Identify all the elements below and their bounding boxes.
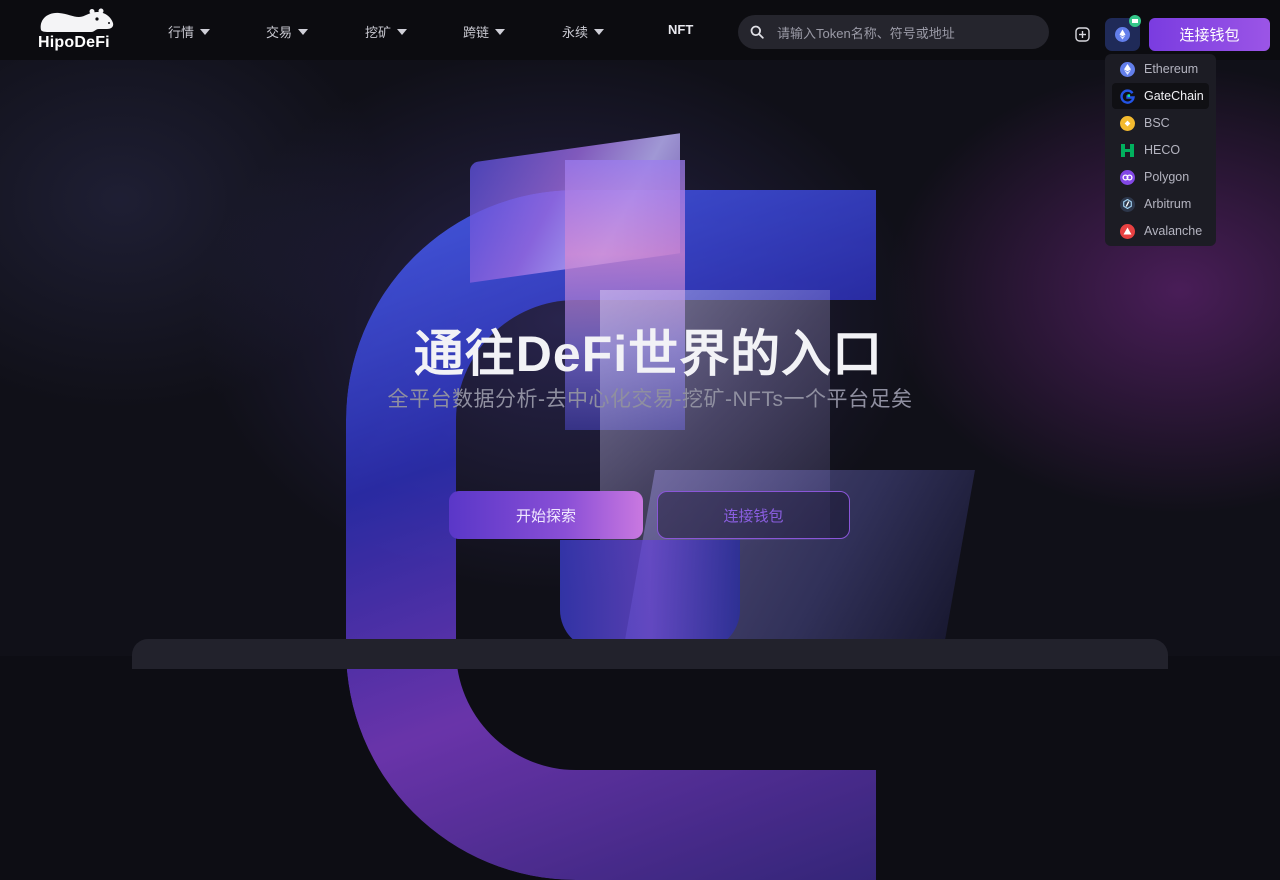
ethereum-icon [1120, 61, 1135, 77]
arbitrum-icon [1120, 196, 1135, 212]
hero-connect-wallet-button[interactable]: 连接钱包 [657, 491, 850, 539]
chain-option-label: HECO [1144, 143, 1181, 157]
nav-market[interactable]: 行情 [168, 22, 211, 41]
nav-mining-label: 挖矿 [365, 25, 392, 40]
start-explore-button[interactable]: 开始探索 [449, 491, 643, 539]
hero-title: 通往DeFi世界的入口 [413, 326, 884, 382]
caret-down-icon [594, 28, 605, 35]
gatechain-icon [1120, 88, 1135, 104]
nav-nft[interactable]: NFT [668, 22, 693, 37]
chain-option-label: Ethereum [1144, 62, 1199, 76]
logo[interactable]: HipoDeFi [33, 8, 115, 54]
heco-icon [1120, 143, 1135, 158]
chain-dropdown-menu: Ethereum GateChain BSC HECO Polygon Arbi… [1105, 54, 1216, 246]
add-token-icon[interactable] [1075, 27, 1090, 42]
bottom-panel-edge [132, 639, 1168, 669]
nav-perpetual[interactable]: 永续 [562, 22, 605, 41]
chain-option-label: Arbitrum [1144, 197, 1192, 211]
nav-bridge-label: 跨链 [463, 25, 490, 40]
chain-option-label: Polygon [1144, 170, 1190, 184]
search-input[interactable] [775, 15, 1039, 51]
chain-option-arbitrum[interactable]: Arbitrum [1112, 191, 1209, 217]
connect-wallet-button[interactable]: 连接钱包 [1149, 18, 1270, 51]
chain-option-avalanche[interactable]: Avalanche [1112, 218, 1209, 244]
nav-mining[interactable]: 挖矿 [365, 22, 408, 41]
chain-option-bsc[interactable]: BSC [1112, 110, 1209, 136]
caret-down-icon [200, 28, 211, 35]
hero-subtitle: 全平台数据分析-去中心化交易-挖矿-NFTs一个平台足矣 [387, 388, 913, 411]
chain-option-ethereum[interactable]: Ethereum [1112, 56, 1209, 82]
nav-bridge[interactable]: 跨链 [463, 22, 506, 41]
search-icon [750, 25, 764, 39]
bsc-icon [1120, 115, 1135, 131]
chain-option-label: BSC [1144, 116, 1170, 130]
network-status-badge [1129, 15, 1141, 27]
avalanche-icon [1120, 223, 1135, 239]
chain-option-polygon[interactable]: Polygon [1112, 164, 1209, 190]
search-bar[interactable] [738, 15, 1049, 51]
logo-text: HipoDeFi [38, 34, 110, 51]
chain-option-gatechain[interactable]: GateChain [1112, 83, 1209, 109]
ethereum-icon [1115, 27, 1130, 42]
chain-selector-button[interactable] [1105, 15, 1141, 51]
chain-option-label: Avalanche [1144, 224, 1203, 238]
nav-market-label: 行情 [168, 25, 195, 40]
top-nav-bar: HipoDeFi 行情 交易 挖矿 跨链 永续 NFT 请输入Token名称、符… [0, 0, 1280, 60]
nav-perpetual-label: 永续 [562, 25, 589, 40]
polygon-icon [1120, 169, 1135, 185]
chain-option-heco[interactable]: HECO [1112, 137, 1209, 163]
caret-down-icon [495, 28, 506, 35]
chain-option-label: GateChain [1144, 89, 1204, 103]
nav-trade[interactable]: 交易 [266, 22, 309, 41]
nav-trade-label: 交易 [266, 25, 293, 40]
hero-3d-foot [560, 540, 740, 650]
hippo-logo-icon [40, 8, 114, 32]
caret-down-icon [298, 28, 309, 35]
caret-down-icon [397, 28, 408, 35]
